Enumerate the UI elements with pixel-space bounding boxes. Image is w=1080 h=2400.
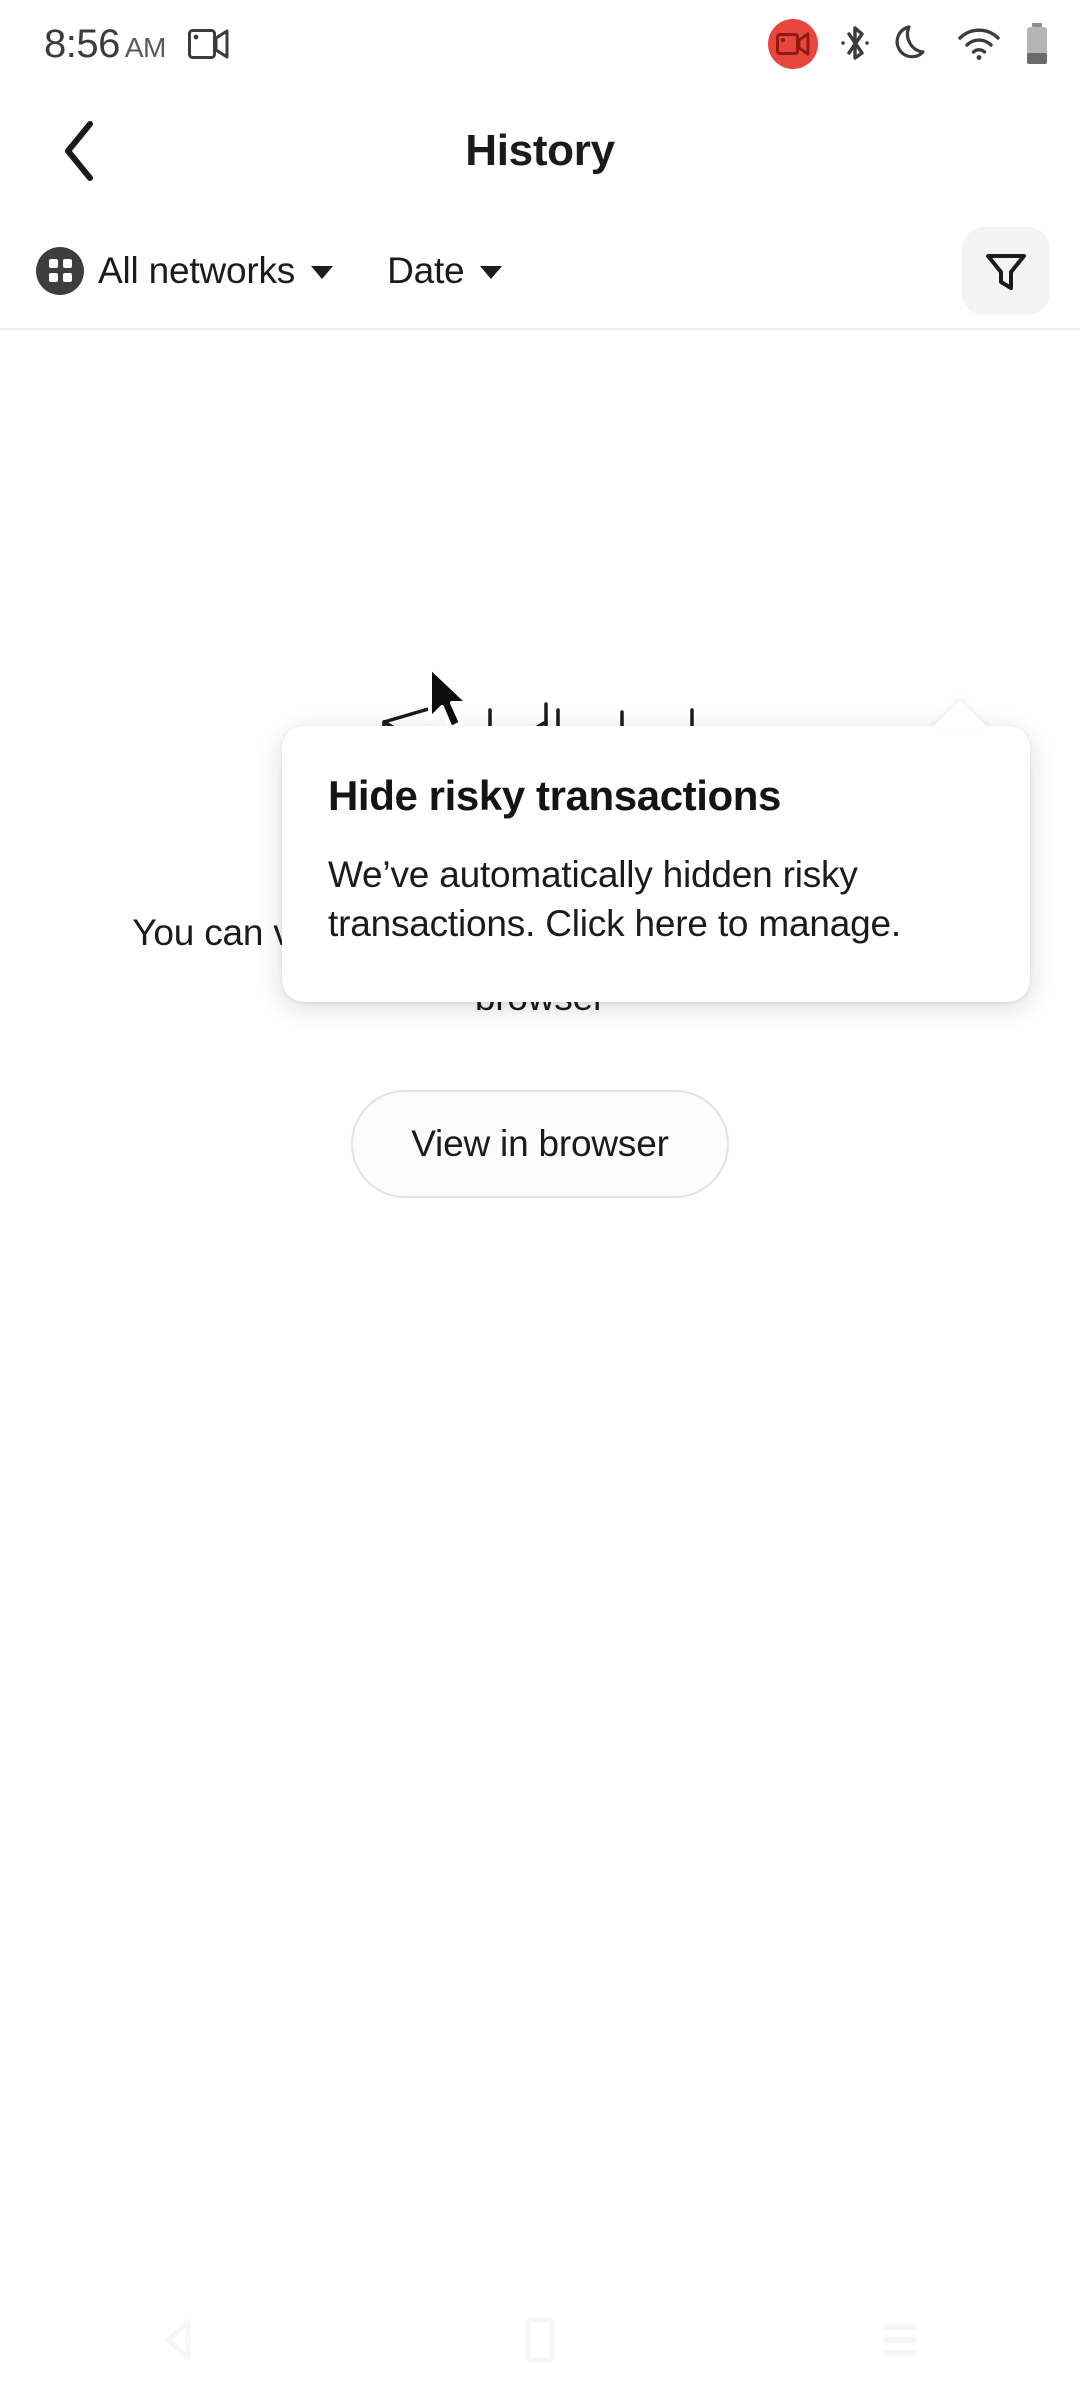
nav-back-icon: [160, 2318, 200, 2362]
view-in-browser-button[interactable]: View in browser: [351, 1090, 729, 1198]
page-title: History: [465, 125, 615, 175]
nav-recents-icon: [877, 2318, 923, 2362]
date-filter[interactable]: Date: [381, 236, 508, 306]
tooltip-title: Hide risky transactions: [328, 772, 781, 819]
chevron-down-icon: [311, 266, 334, 279]
status-bar: 8:56 AM: [0, 0, 1080, 88]
nav-home-icon: [520, 2316, 560, 2364]
app-header: History: [0, 88, 1080, 213]
screen-recording-badge-icon: [768, 19, 818, 69]
all-networks-label: All networks: [98, 249, 296, 291]
tooltip-body: We’ve automatically hidden risky transac…: [328, 854, 901, 945]
view-in-browser-button-wrap: View in browser: [0, 1090, 1080, 1198]
battery-icon: [1024, 22, 1050, 66]
chevron-down-icon: [480, 266, 503, 279]
nav-recents-button[interactable]: [800, 2280, 1000, 2400]
video-camera-icon: [187, 27, 230, 61]
grid-apps-icon: [36, 246, 84, 295]
filter-bar: All networks Date: [0, 213, 1080, 330]
status-bar-right: [768, 19, 1050, 69]
android-nav-bar: [0, 2280, 1080, 2400]
filter-button[interactable]: [962, 226, 1050, 315]
status-bar-left: 8:56 AM: [44, 22, 230, 67]
wifi-icon: [956, 26, 1002, 62]
nav-home-button[interactable]: [440, 2280, 640, 2400]
back-button[interactable]: [40, 111, 120, 191]
date-label: Date: [387, 249, 465, 291]
content-area: You can view more about transaction hist…: [0, 330, 1080, 2300]
funnel-filter-icon: [983, 248, 1029, 294]
clock-ampm: AM: [124, 31, 167, 63]
status-bar-clock: 8:56 AM: [44, 22, 166, 67]
clock-time: 8:56: [44, 21, 120, 66]
do-not-disturb-moon-icon: [892, 22, 934, 66]
all-networks-filter[interactable]: All networks: [30, 236, 339, 306]
bluetooth-icon: [840, 22, 870, 66]
nav-back-button[interactable]: [80, 2280, 280, 2400]
chevron-left-icon: [60, 120, 100, 182]
phone-screen: 8:56 AM History All networks Date You ca…: [0, 0, 1080, 2400]
hide-risky-transactions-tooltip[interactable]: Hide risky transactions We’ve automatica…: [282, 726, 1030, 1003]
